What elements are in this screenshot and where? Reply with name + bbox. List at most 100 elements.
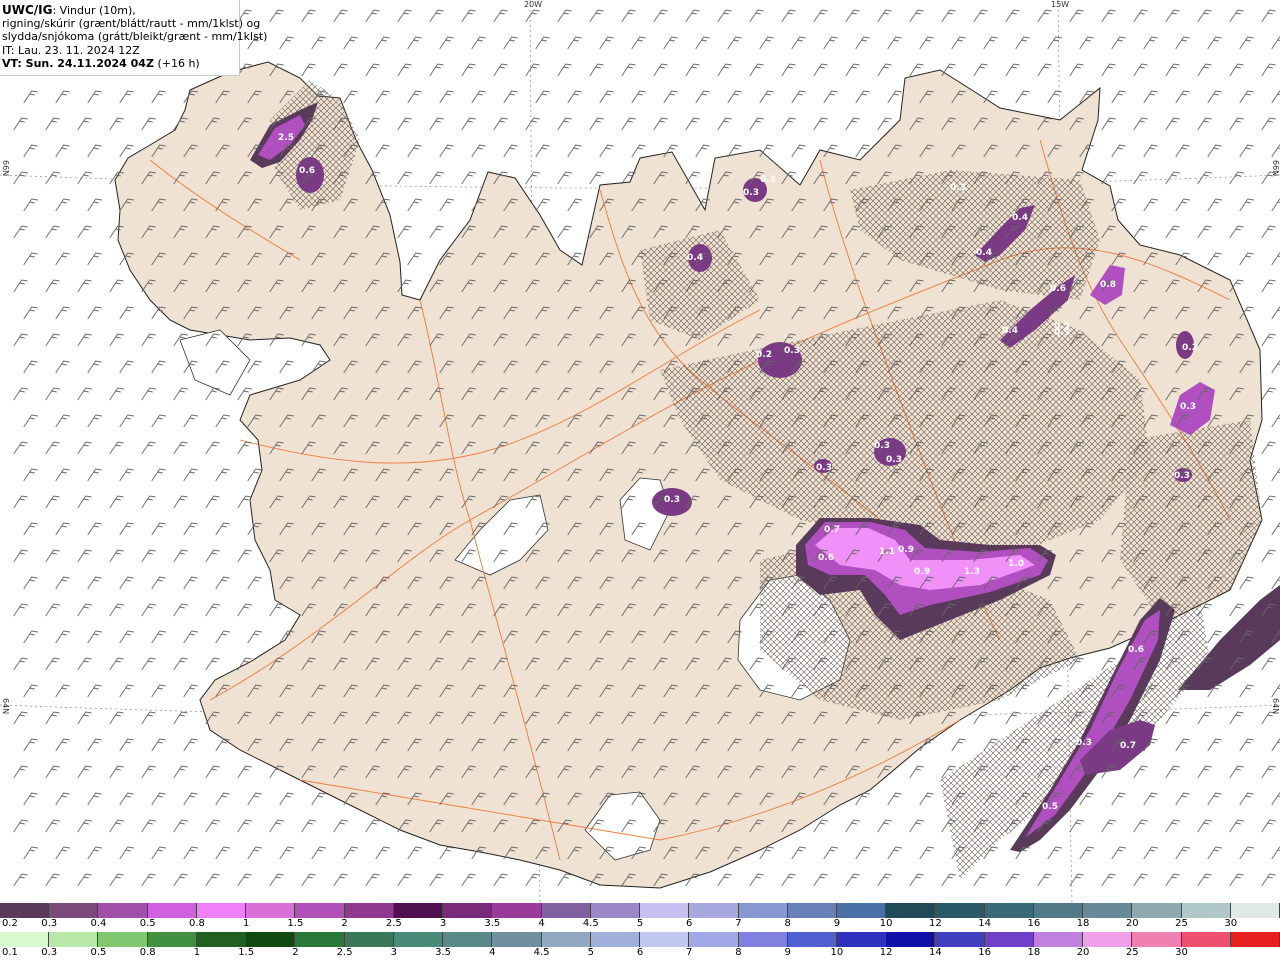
- legend-swatch: [935, 932, 985, 947]
- precip-value-label: 0.4: [976, 248, 992, 258]
- legend-swatch: [886, 903, 936, 918]
- precip-value-label: 0.4: [687, 253, 703, 263]
- legend-label: 1.5: [238, 947, 255, 958]
- lat-label-64n-left: 64N: [1, 698, 10, 715]
- precip-value-label: 0.4: [1002, 326, 1018, 336]
- legend-label: 1.5: [287, 918, 304, 929]
- precip-value-label: 0.2: [1182, 343, 1198, 353]
- legend-label: 0.8: [188, 918, 205, 929]
- legend-label: 0.3: [41, 918, 58, 929]
- legend-swatch: [1083, 903, 1133, 918]
- legend-label: 18: [1076, 918, 1090, 929]
- legend-swatch: [196, 932, 247, 947]
- precip-value-label: 0.3: [664, 495, 680, 505]
- legend-label: 5: [636, 918, 644, 929]
- legend-swatch: [344, 903, 394, 918]
- iceland-precip-map[interactable]: 2.50.60.30.30.40.40.40.6 0.80.4 0.90.30.2 0…: [0, 0, 1280, 902]
- legend-swatch: [640, 903, 690, 918]
- legend-label: 8: [735, 947, 742, 958]
- legend-label: 2: [341, 918, 348, 929]
- legend-label: 6: [636, 947, 644, 958]
- precip-value-label: 0.6: [1128, 645, 1144, 655]
- legend-swatch: [590, 932, 641, 947]
- legend-label: 0.4: [90, 918, 107, 929]
- legend-label: 7: [735, 918, 742, 929]
- legend-label: 30: [1175, 947, 1188, 958]
- legend-swatch: [246, 903, 296, 918]
- legend-swatch: [393, 903, 444, 918]
- legend-label: 9: [833, 918, 841, 929]
- legend-label: 3.5: [484, 918, 501, 929]
- legend-label: 8: [784, 918, 791, 929]
- legend-label: 2: [292, 947, 299, 958]
- legend-swatch: [836, 932, 887, 947]
- title-line-2: rigning/skúrir (grænt/blátt/rautt - mm/1…: [2, 17, 261, 31]
- legend-label: 4.5: [533, 947, 550, 958]
- weather-map-page: 2.5 0.6 0.3 0.3 0.4 0.4 0.4 0.6 0.8 0.4 0.9 0.3 0.2 0…: [0, 0, 1280, 960]
- snow-legend-labels: 0.2 0.3 0.4 0.5 0.8 1 1.5 2 2.5 3 3.5 4 4.5 5 6 7 8 9 10 12…: [0, 918, 1280, 930]
- title-line-3: slydda/snjókoma (grátt/bleikt/grænt - mm…: [2, 30, 268, 44]
- legend-label: 5: [587, 947, 594, 958]
- legend-swatch: [738, 903, 788, 918]
- precip-value-label: 0.8: [1100, 280, 1116, 290]
- legend-label: 9: [784, 947, 791, 958]
- legend-label: 4: [489, 947, 496, 958]
- legend-swatch: [689, 903, 739, 918]
- legend-label: 20: [1076, 947, 1090, 958]
- precip-value-label: 0.7: [824, 525, 840, 535]
- legend-swatch: [1181, 932, 1231, 947]
- legend-swatch: [0, 903, 50, 918]
- legend-label: 4: [538, 918, 545, 929]
- legend-label: 0.1: [2, 947, 18, 958]
- legend-swatch: [787, 932, 837, 947]
- legend-label: 2.5: [385, 918, 402, 929]
- precip-value-label: 0.2: [1054, 322, 1070, 332]
- legend-swatch: [492, 903, 542, 918]
- lat-label-66n-left: 66N: [1, 160, 10, 177]
- legend-swatch: [1181, 903, 1231, 918]
- precip-value-label: 0.9: [914, 567, 930, 577]
- legend-label: 25: [1175, 918, 1188, 929]
- precip-value-label: 0.3: [886, 455, 902, 465]
- precip-value-label: 0.3: [743, 188, 759, 198]
- precip-value-label: 0.7: [1120, 741, 1136, 751]
- precip-value-label: 0.3: [1180, 402, 1196, 412]
- legend-label: 0.5: [90, 947, 107, 958]
- precip-value-label: 0.2: [756, 350, 772, 360]
- legend-swatch: [196, 903, 247, 918]
- legend-label: 1: [193, 947, 201, 958]
- precip-value-label: 0.3: [760, 175, 776, 185]
- legend-swatch: [836, 903, 887, 918]
- precip-value-label: 0.3: [874, 441, 890, 451]
- legend-label: 16: [1027, 918, 1041, 929]
- legend-label: 1: [242, 918, 250, 929]
- legend-swatch: [1230, 903, 1280, 918]
- precip-value-label: 0.6: [299, 166, 315, 176]
- legend-swatch: [49, 903, 99, 918]
- legend-label: 2.5: [336, 947, 353, 958]
- legend-swatch: [689, 932, 739, 947]
- legend-swatch: [295, 903, 345, 918]
- legend-swatch: [492, 932, 542, 947]
- legend-label: 3: [439, 918, 447, 929]
- legend-swatch: [443, 903, 493, 918]
- precip-value-label: 0.9: [898, 545, 914, 555]
- lon-label-20w: 20W: [524, 0, 543, 9]
- precip-value-label: 2.5: [278, 133, 294, 143]
- legend-swatch: [1230, 932, 1280, 947]
- legend-swatch: [295, 932, 345, 947]
- legend-swatch: [886, 932, 936, 947]
- precip-value-label: 0.5: [1042, 802, 1058, 812]
- legend-label: 10: [879, 918, 893, 929]
- legend-label: 0.8: [139, 947, 156, 958]
- legend-label: 25: [1125, 947, 1139, 958]
- valid-time: VT: Sun. 24.11.2024 04Z: [2, 56, 154, 70]
- legend-swatch: [984, 903, 1034, 918]
- precip-value-label: 0.3: [1076, 738, 1092, 748]
- legend-label: 0.5: [139, 918, 156, 929]
- rain-legend-labels: 0.1 0.3 0.5 0.8 1 1.5 2 2.5 3 3.5 4 4.5 5 6 7 8 9 10 12 14 1…: [0, 947, 1280, 959]
- legend-swatch: [147, 932, 197, 947]
- precip-value-label: 0.4: [1012, 213, 1028, 223]
- lat-label-66n-right: 66N: [1271, 160, 1280, 177]
- legend-swatch: [738, 932, 788, 947]
